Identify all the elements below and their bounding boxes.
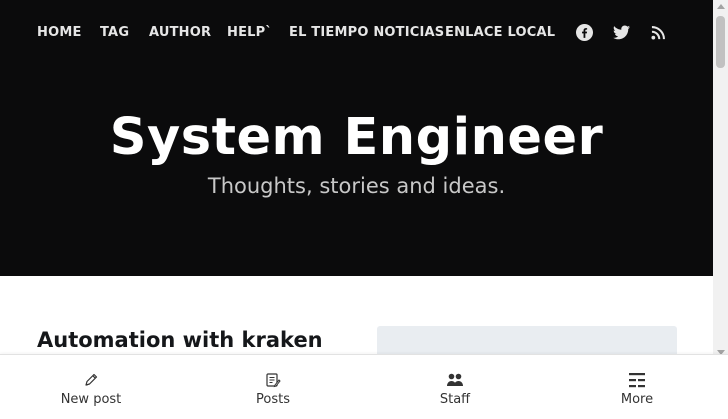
facebook-icon[interactable] <box>574 22 594 42</box>
posts-label: Posts <box>256 392 290 407</box>
scrollbar-thumb[interactable] <box>716 16 725 68</box>
nav-item-help[interactable]: HELP` <box>227 25 272 40</box>
rss-icon[interactable] <box>648 22 668 42</box>
pencil-icon <box>81 370 101 390</box>
nav-item-tag[interactable]: TAG <box>100 25 129 40</box>
nav-item-home[interactable]: HOME <box>37 25 82 40</box>
nav-item-author[interactable]: AUTHOR <box>149 25 211 40</box>
staff-label: Staff <box>439 392 471 407</box>
site-description: Thoughts, stories and ideas. <box>207 174 506 198</box>
post-feature-image[interactable] <box>377 326 677 356</box>
nav-item-el-tiempo-noticias[interactable]: EL TIEMPO NOTICIAS <box>289 25 444 40</box>
twitter-icon[interactable] <box>611 22 631 42</box>
bottom-action-bar: New post Posts Staff More <box>0 354 728 419</box>
scroll-up-arrow-icon[interactable] <box>717 4 725 9</box>
more-icon <box>627 370 647 390</box>
main-navigation: HOME TAG AUTHOR HELP` EL TIEMPO NOTICIAS… <box>0 0 713 64</box>
new-post-button[interactable]: New post <box>0 355 182 419</box>
site-header: HOME TAG AUTHOR HELP` EL TIEMPO NOTICIAS… <box>0 0 713 276</box>
site-title: System Engineer <box>109 108 604 167</box>
posts-icon <box>263 370 283 390</box>
posts-button[interactable]: Posts <box>182 355 364 419</box>
more-button[interactable]: More <box>546 355 728 419</box>
more-label: More <box>620 392 654 407</box>
post-title[interactable]: Automation with kraken <box>37 328 323 352</box>
staff-icon <box>445 370 465 390</box>
staff-button[interactable]: Staff <box>364 355 546 419</box>
new-post-label: New post <box>60 392 122 407</box>
nav-item-enlace-local[interactable]: ENLACE LOCAL <box>445 25 555 40</box>
